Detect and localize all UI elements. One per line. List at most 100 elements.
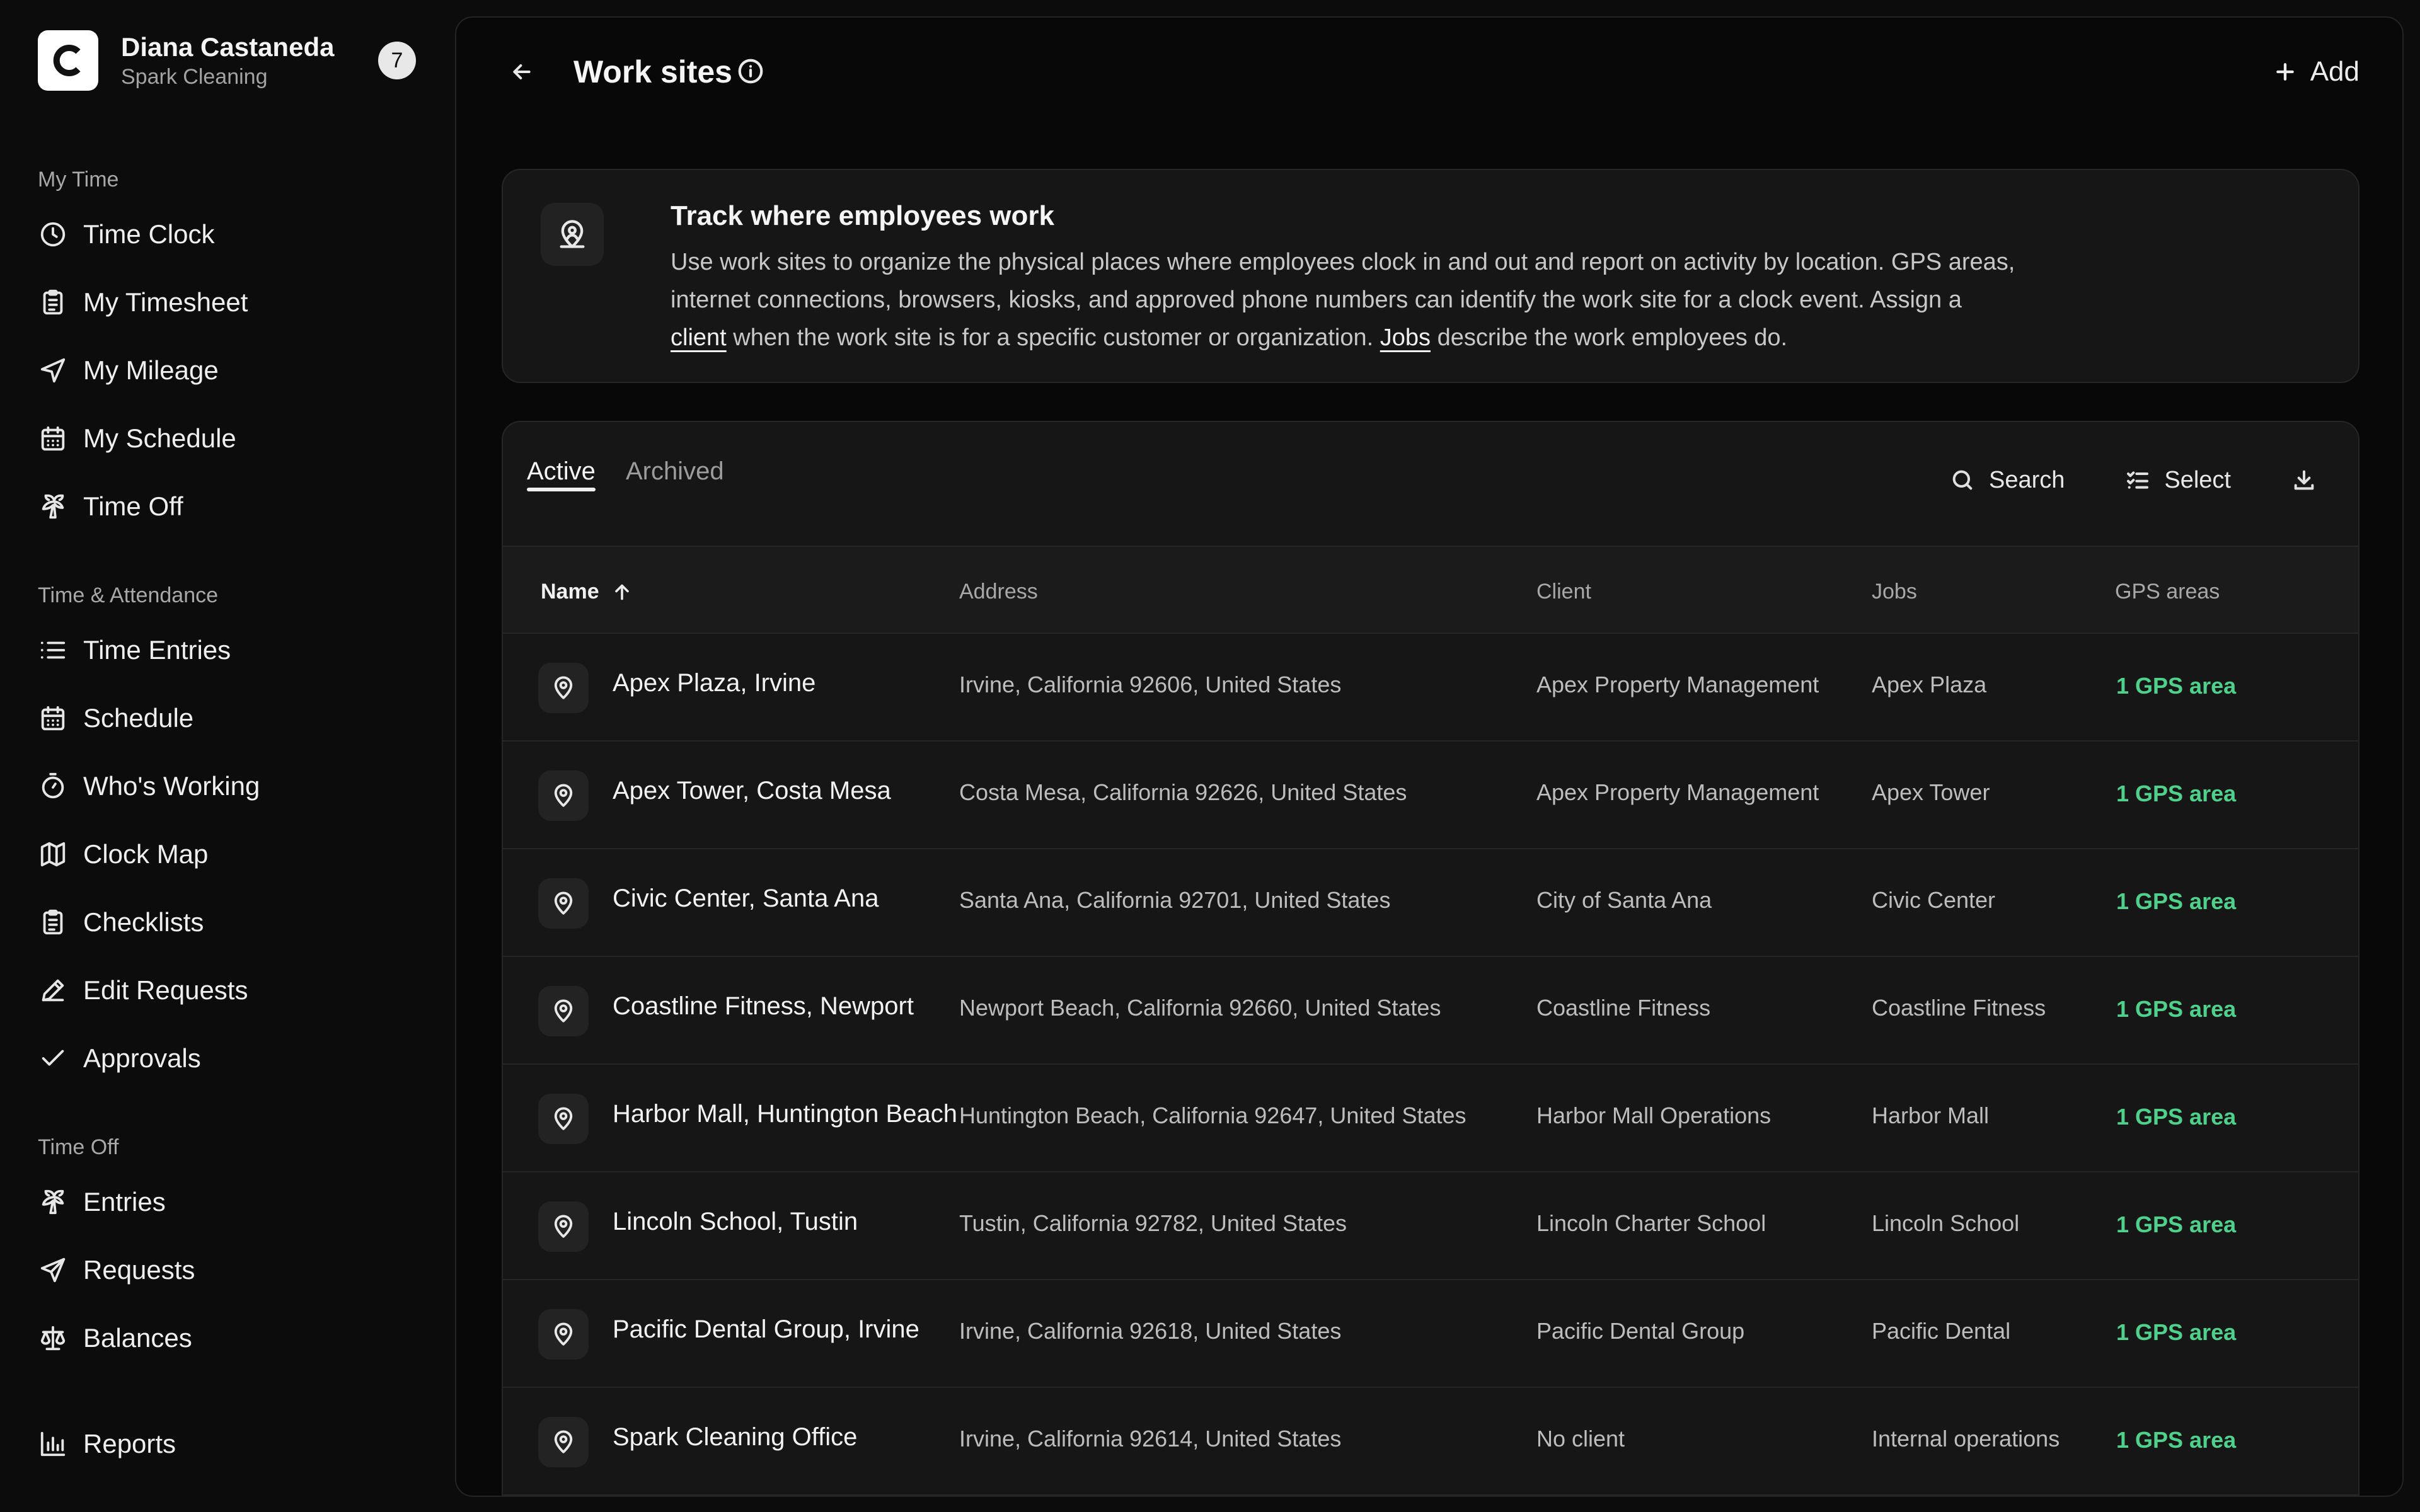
sidebar-item-whos-working[interactable]: Who's Working: [38, 760, 416, 813]
add-button[interactable]: Add: [2273, 53, 2360, 91]
site-jobs: Harbor Mall: [1872, 1102, 1990, 1128]
tab-bar: Active Archived: [527, 422, 754, 510]
site-gps-areas[interactable]: 1 GPS area: [2116, 996, 2236, 1022]
work-sites-table-card: Active Archived Search Select Name Addre…: [502, 421, 2360, 1496]
select-button[interactable]: Select: [2125, 467, 2231, 494]
table-row[interactable]: Civic Center, Santa Ana Santa Ana, Calif…: [503, 849, 2358, 957]
table-row[interactable]: Harbor Mall, Huntington Beach Huntington…: [503, 1065, 2358, 1172]
site-address: Newport Beach, California 92660, United …: [959, 995, 1441, 1021]
site-gps-areas[interactable]: 1 GPS area: [2116, 673, 2236, 699]
sidebar-item-balances[interactable]: Balances: [38, 1312, 416, 1365]
table-row[interactable]: Spark Cleaning Office Irvine, California…: [503, 1388, 2358, 1496]
sort-arrow-up-icon: [614, 584, 629, 600]
client-link[interactable]: client: [671, 324, 727, 351]
select-label: Select: [2164, 466, 2231, 493]
sidebar-item-approvals[interactable]: Approvals: [38, 1032, 416, 1085]
site-name: Apex Plaza, Irvine: [613, 669, 816, 697]
calendar-icon: [38, 703, 68, 733]
site-client: Lincoln Charter School: [1536, 1210, 1766, 1236]
info-callout: Track where employees work Use work site…: [502, 169, 2360, 383]
map-pin-person-icon: [541, 203, 604, 266]
app-root: Diana Castaneda Spark Cleaning 7 My Time…: [0, 0, 2420, 1512]
callout-text: when the work site is for a specific cus…: [726, 324, 1380, 351]
sidebar-item-label: Schedule: [83, 703, 194, 733]
table-row[interactable]: Pacific Dental Group, Irvine Irvine, Cal…: [503, 1280, 2358, 1388]
sidebar-item-label: Clock Map: [83, 839, 209, 869]
scale-icon: [38, 1323, 68, 1353]
table-row[interactable]: Apex Tower, Costa Mesa Costa Mesa, Calif…: [503, 742, 2358, 849]
column-header-jobs[interactable]: Jobs: [1872, 580, 1917, 604]
map-icon: [38, 839, 68, 869]
page-header: Work sites Add: [456, 18, 2402, 125]
site-name: Lincoln School, Tustin: [613, 1208, 858, 1235]
sidebar-item-label: Balances: [83, 1323, 192, 1353]
site-client: Coastline Fitness: [1536, 995, 1711, 1021]
map-pin-icon: [538, 986, 589, 1036]
sidebar-item-label: Who's Working: [83, 771, 260, 801]
sidebar-item-my-mileage[interactable]: My Mileage: [38, 344, 416, 397]
column-header-client[interactable]: Client: [1536, 580, 1591, 604]
sidebar-item-clock-map[interactable]: Clock Map: [38, 828, 416, 881]
sidebar-item-reports[interactable]: Reports: [38, 1418, 416, 1470]
sidebar-item-my-schedule[interactable]: My Schedule: [38, 412, 416, 465]
site-address: Costa Mesa, California 92626, United Sta…: [959, 779, 1407, 805]
back-button[interactable]: [502, 52, 542, 92]
info-icon[interactable]: [736, 57, 765, 86]
site-jobs: Civic Center: [1872, 887, 1996, 913]
list-icon: [38, 635, 68, 665]
main-panel: Work sites Add Track where employees wor…: [455, 16, 2404, 1497]
site-name: Spark Cleaning Office: [613, 1423, 858, 1451]
site-gps-areas[interactable]: 1 GPS area: [2116, 888, 2236, 915]
profile-name: Diana Castaneda: [121, 32, 335, 62]
column-header-address[interactable]: Address: [959, 580, 1038, 604]
site-jobs: Lincoln School: [1872, 1210, 2020, 1236]
sidebar-item-time-off[interactable]: Time Off: [38, 480, 416, 533]
site-gps-areas[interactable]: 1 GPS area: [2116, 1104, 2236, 1130]
site-address: Irvine, California 92606, United States: [959, 672, 1342, 697]
table-row[interactable]: Lincoln School, Tustin Tustin, Californi…: [503, 1172, 2358, 1280]
clock-icon: [38, 219, 68, 249]
map-pin-icon: [538, 1094, 589, 1144]
sidebar-item-requests[interactable]: Requests: [38, 1244, 416, 1297]
checklist-icon: [2127, 471, 2149, 489]
site-name: Civic Center, Santa Ana: [613, 885, 879, 912]
profile-org: Spark Cleaning: [121, 65, 268, 89]
tab-active[interactable]: Active: [527, 422, 596, 510]
sidebar-item-my-timesheet[interactable]: My Timesheet: [38, 276, 416, 329]
tab-archived[interactable]: Archived: [626, 422, 724, 510]
map-pin-icon: [538, 663, 589, 713]
sidebar-item-edit-requests[interactable]: Edit Requests: [38, 964, 416, 1017]
download-button[interactable]: [2291, 467, 2317, 493]
column-header-name[interactable]: Name: [541, 580, 633, 604]
sidebar-item-checklists[interactable]: Checklists: [38, 896, 416, 949]
sidebar-item-label: Reports: [83, 1429, 176, 1458]
site-gps-areas[interactable]: 1 GPS area: [2116, 1427, 2236, 1453]
column-header-gps-areas[interactable]: GPS areas: [2115, 580, 2220, 604]
add-button-label: Add: [2310, 56, 2360, 87]
sidebar-item-time-entries[interactable]: Time Entries: [38, 624, 416, 677]
profile-switcher[interactable]: Diana Castaneda Spark Cleaning 7: [38, 29, 416, 92]
callout-line: internet connections, browsers, kiosks, …: [671, 287, 1962, 313]
site-name: Coastline Fitness, Newport: [613, 992, 914, 1020]
site-gps-areas[interactable]: 1 GPS area: [2116, 1319, 2236, 1346]
site-gps-areas[interactable]: 1 GPS area: [2116, 1211, 2236, 1238]
site-address: Tustin, California 92782, United States: [959, 1210, 1347, 1236]
table-row[interactable]: Coastline Fitness, Newport Newport Beach…: [503, 957, 2358, 1065]
callout-line: client when the work site is for a speci…: [671, 319, 2183, 357]
jobs-link[interactable]: Jobs: [1380, 324, 1431, 351]
sidebar-item-schedule[interactable]: Schedule: [38, 692, 416, 745]
sidebar-item-entries[interactable]: Entries: [38, 1176, 416, 1228]
map-pin-icon: [538, 770, 589, 821]
check-icon: [38, 1043, 68, 1074]
notification-badge[interactable]: 7: [378, 42, 416, 79]
sidebar-item-time-clock[interactable]: Time Clock: [38, 208, 416, 261]
site-client: City of Santa Ana: [1536, 887, 1712, 913]
page-title: Work sites: [573, 54, 732, 89]
column-header-label: Name: [541, 580, 599, 604]
sidebar-item-label: Entries: [83, 1187, 166, 1217]
download-icon: [2294, 470, 2314, 490]
search-button[interactable]: Search: [1950, 467, 2065, 494]
site-gps-areas[interactable]: 1 GPS area: [2116, 781, 2236, 807]
navigation-icon: [38, 355, 68, 386]
table-row[interactable]: Apex Plaza, Irvine Irvine, California 92…: [503, 634, 2358, 742]
